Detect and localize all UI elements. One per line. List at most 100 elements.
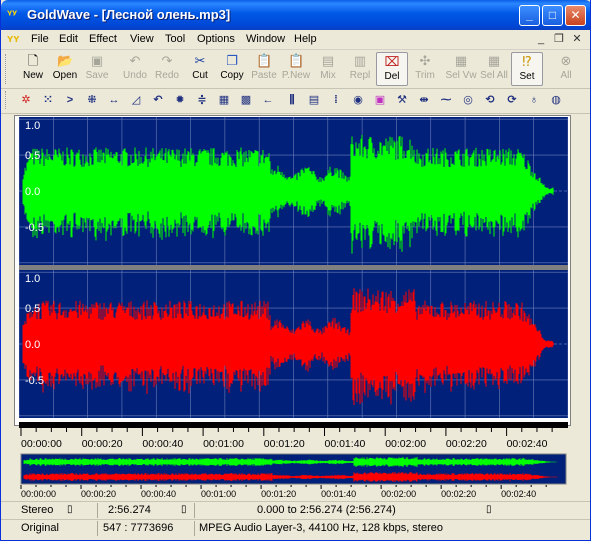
mdi-minimize-button[interactable]: _ xyxy=(534,32,548,46)
mode-status: Original xyxy=(21,522,59,534)
select-view-button[interactable]: ▦ Sel Vw xyxy=(445,52,477,86)
effect-17-icon[interactable]: ▣ xyxy=(371,92,389,109)
copy-button[interactable]: ❐ Copy xyxy=(216,52,248,86)
right-y-label: 0.5 xyxy=(25,303,40,315)
all-button[interactable]: ⊗ All xyxy=(550,52,582,86)
time-label: 00:00:20 xyxy=(82,438,123,450)
effect-24-icon[interactable]: ♁ xyxy=(525,92,543,109)
effect-1-icon[interactable]: ✲ xyxy=(17,92,35,109)
time-label: 00:01:20 xyxy=(264,438,305,450)
cut-label: Cut xyxy=(192,70,208,81)
document-menu-icon[interactable]: ʏʏ xyxy=(7,32,23,46)
minimize-button[interactable]: _ xyxy=(519,5,540,26)
selection-grip-icon[interactable]: ▯ xyxy=(486,504,492,515)
status-separator xyxy=(194,503,195,518)
cut-button[interactable]: ✂ Cut xyxy=(184,52,216,86)
effect-11-icon[interactable]: ▩ xyxy=(237,92,255,109)
effect-5-icon[interactable]: ↔ xyxy=(105,92,123,109)
effect-16-icon[interactable]: ◉ xyxy=(349,92,367,109)
menu-options[interactable]: Options xyxy=(197,33,235,45)
time-label: 00:01:40 xyxy=(325,438,366,450)
new-file-icon: 🗋 xyxy=(27,53,39,68)
menu-file[interactable]: File xyxy=(31,33,49,45)
select-view-label: Sel Vw xyxy=(445,70,477,81)
effect-21-icon[interactable]: ◎ xyxy=(459,92,477,109)
effect-7-icon[interactable]: ↶ xyxy=(149,92,167,109)
menu-edit[interactable]: Edit xyxy=(59,33,78,45)
effect-23-icon[interactable]: ⟳ xyxy=(503,92,521,109)
delete-label: Del xyxy=(384,71,400,82)
copy-label: Copy xyxy=(220,70,244,81)
time-ruler[interactable]: 00:00:00 00:00:20 00:00:40 00:01:00 00:01:20… xyxy=(19,422,568,450)
effect-12-icon[interactable]: ← xyxy=(259,92,277,109)
effect-14-icon[interactable]: ▤ xyxy=(305,92,323,109)
select-all-label: Sel All xyxy=(480,70,508,81)
trim-icon: ✣ xyxy=(419,53,431,68)
effect-25-icon[interactable]: ◍ xyxy=(547,92,565,109)
format-status: MPEG Audio Layer-3, 44100 Hz, 128 kbps, … xyxy=(199,522,443,534)
save-button[interactable]: ▣ Save xyxy=(81,52,113,86)
new-button[interactable]: 🗋 New xyxy=(17,52,49,86)
overview-waveform[interactable] xyxy=(19,452,568,488)
copy-icon: ❐ xyxy=(226,53,238,68)
effect-2-icon[interactable]: ⁙ xyxy=(39,92,57,109)
mix-label: Mix xyxy=(320,70,336,81)
overview-time-label: 00:02:40 xyxy=(501,489,536,499)
scissors-icon: ✂ xyxy=(194,53,206,68)
all-label: All xyxy=(560,70,572,81)
show-all-icon: ⊗ xyxy=(560,53,572,68)
menu-window[interactable]: Window xyxy=(246,33,285,45)
set-button[interactable]: ⁉ Set xyxy=(511,52,543,86)
effect-6-icon[interactable]: ◿ xyxy=(127,92,145,109)
overview-time-label: 00:00:40 xyxy=(141,489,176,499)
mdi-restore-button[interactable]: ❐ xyxy=(552,32,566,46)
effect-22-icon[interactable]: ⟲ xyxy=(481,92,499,109)
replace-label: Repl xyxy=(349,70,371,81)
maximize-button[interactable]: □ xyxy=(542,5,563,26)
delete-button[interactable]: ⌧ Del xyxy=(376,52,408,86)
effect-4-icon[interactable]: ⁜ xyxy=(83,92,101,109)
select-all-button[interactable]: ▦ Sel All xyxy=(478,52,510,86)
length-grip-icon[interactable]: ▯ xyxy=(181,504,187,515)
open-button[interactable]: 📂 Open xyxy=(49,52,81,86)
right-y-label: 1.0 xyxy=(25,273,40,285)
undo-button[interactable]: ↶ Undo xyxy=(119,52,151,86)
overview-time-ruler: 00:00:00 00:00:20 00:00:40 00:01:00 00:01:20… xyxy=(20,485,547,499)
effect-3-icon[interactable]: > xyxy=(61,92,79,109)
paste-new-button[interactable]: 📋 P.New xyxy=(280,52,312,86)
goldwave-logo-icon: ᵞʸ xyxy=(7,7,18,21)
menu-effect[interactable]: Effect xyxy=(89,33,117,45)
trim-button[interactable]: ✣ Trim xyxy=(409,52,441,86)
left-y-label: 0.5 xyxy=(25,150,40,162)
channels-grip-icon[interactable]: ▯ xyxy=(67,504,73,515)
paste-button[interactable]: 📋 Paste xyxy=(248,52,280,86)
effect-8-icon[interactable]: ✹ xyxy=(171,92,189,109)
time-label: 00:02:20 xyxy=(446,438,487,450)
effect-15-icon[interactable]: ⁞ xyxy=(327,92,345,109)
paste-icon: 📋 xyxy=(256,53,273,68)
effect-18-icon[interactable]: ⚒ xyxy=(393,92,411,109)
redo-button[interactable]: ↷ Redo xyxy=(151,52,183,86)
mdi-close-button[interactable]: ✕ xyxy=(570,32,584,46)
menu-help[interactable]: Help xyxy=(294,33,317,45)
effects-toolbar-grip[interactable] xyxy=(5,91,9,109)
menu-view[interactable]: View xyxy=(130,33,154,45)
mix-button[interactable]: ▤ Mix xyxy=(312,52,344,86)
toolbar-grip[interactable] xyxy=(5,54,9,84)
title-bar[interactable]: ᵞʸ GoldWave - [Лесной олень.mp3] _ □ ✕ xyxy=(1,0,590,30)
effect-9-icon[interactable]: ≑ xyxy=(193,92,211,109)
effect-13-icon[interactable]: ⫼ xyxy=(283,92,301,109)
effect-19-icon[interactable]: ⇹ xyxy=(415,92,433,109)
effect-10-icon[interactable]: ▦ xyxy=(215,92,233,109)
window-title: GoldWave - [Лесной олень.mp3] xyxy=(27,7,231,22)
replace-button[interactable]: ▥ Repl xyxy=(344,52,376,86)
overview-time-label: 00:00:20 xyxy=(81,489,116,499)
close-button[interactable]: ✕ xyxy=(565,5,586,26)
effect-20-icon[interactable]: ⁓ xyxy=(437,92,455,109)
trim-label: Trim xyxy=(415,70,435,81)
menu-tool[interactable]: Tool xyxy=(165,33,185,45)
delete-icon: ⌧ xyxy=(384,54,400,69)
save-label: Save xyxy=(85,70,109,81)
undo-label: Undo xyxy=(123,70,147,81)
waveform-display[interactable]: 1.0 0.5 0.0 -0.5 1.0 0.5 0.0 -0.5 xyxy=(19,117,568,420)
